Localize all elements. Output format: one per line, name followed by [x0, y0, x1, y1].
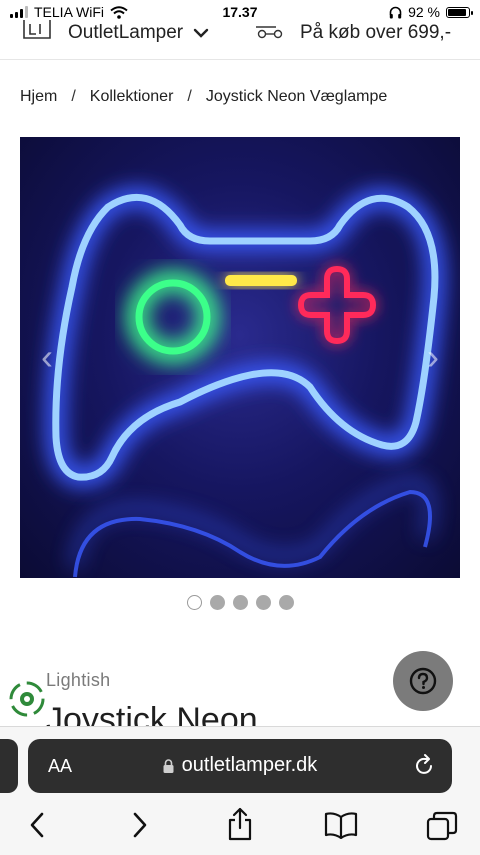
- chevron-down-icon: [193, 28, 209, 38]
- url-display[interactable]: outletlamper.dk: [28, 754, 452, 777]
- reload-icon[interactable]: [414, 753, 436, 777]
- gallery-dot-2[interactable]: [209, 595, 225, 610]
- shipping-promo: På køb over 699,-: [256, 22, 451, 44]
- store-header: OutletLamper På køb over 699,-: [0, 16, 480, 56]
- breadcrumb-separator: /: [187, 88, 192, 105]
- address-bar[interactable]: AA outletlamper.dk: [28, 739, 452, 793]
- breadcrumb-home[interactable]: Hjem: [20, 88, 57, 105]
- recycle-badge-icon[interactable]: [8, 680, 46, 718]
- delivery-truck-icon: [256, 26, 283, 39]
- tabs-icon[interactable]: [426, 811, 458, 841]
- browser-bottom-bar: AA outletlamper.dk: [0, 726, 480, 855]
- bookmarks-icon[interactable]: [324, 811, 358, 839]
- store-selector[interactable]: OutletLamper: [68, 22, 209, 44]
- question-icon: [409, 667, 437, 695]
- breadcrumb-collections[interactable]: Kollektioner: [90, 88, 174, 105]
- promo-text: På køb over 699,-: [300, 22, 452, 43]
- gallery-dot-1[interactable]: [186, 595, 202, 610]
- back-icon[interactable]: [28, 811, 46, 839]
- gallery-dot-5[interactable]: [278, 595, 294, 610]
- previous-tab-preview[interactable]: [0, 739, 18, 793]
- product-image[interactable]: ‹ ›: [20, 137, 460, 578]
- product-title: Joystick Neon: [46, 701, 258, 726]
- gallery-prev-button[interactable]: ‹: [34, 327, 60, 387]
- gallery-pagination: [0, 595, 480, 610]
- breadcrumb-current: Joystick Neon Væglampe: [205, 88, 388, 105]
- url-text: outletlamper.dk: [181, 754, 318, 776]
- gallery-dot-3[interactable]: [232, 595, 248, 610]
- neon-controller-image: [45, 187, 445, 578]
- browser-toolbar: [0, 805, 480, 849]
- help-button[interactable]: [393, 651, 453, 711]
- share-icon[interactable]: [226, 807, 254, 841]
- gallery-dot-4[interactable]: [255, 595, 271, 610]
- forward-icon[interactable]: [131, 811, 149, 839]
- gallery-next-button[interactable]: ›: [420, 327, 446, 387]
- store-icon[interactable]: [22, 20, 52, 42]
- breadcrumb-separator: /: [71, 88, 76, 105]
- store-name: OutletLamper: [68, 22, 184, 43]
- lock-icon: [163, 758, 174, 773]
- product-brand[interactable]: Lightish: [46, 670, 110, 691]
- breadcrumb: Hjem / Kollektioner / Joystick Neon Væglampe: [20, 88, 387, 106]
- header-divider: [0, 59, 480, 60]
